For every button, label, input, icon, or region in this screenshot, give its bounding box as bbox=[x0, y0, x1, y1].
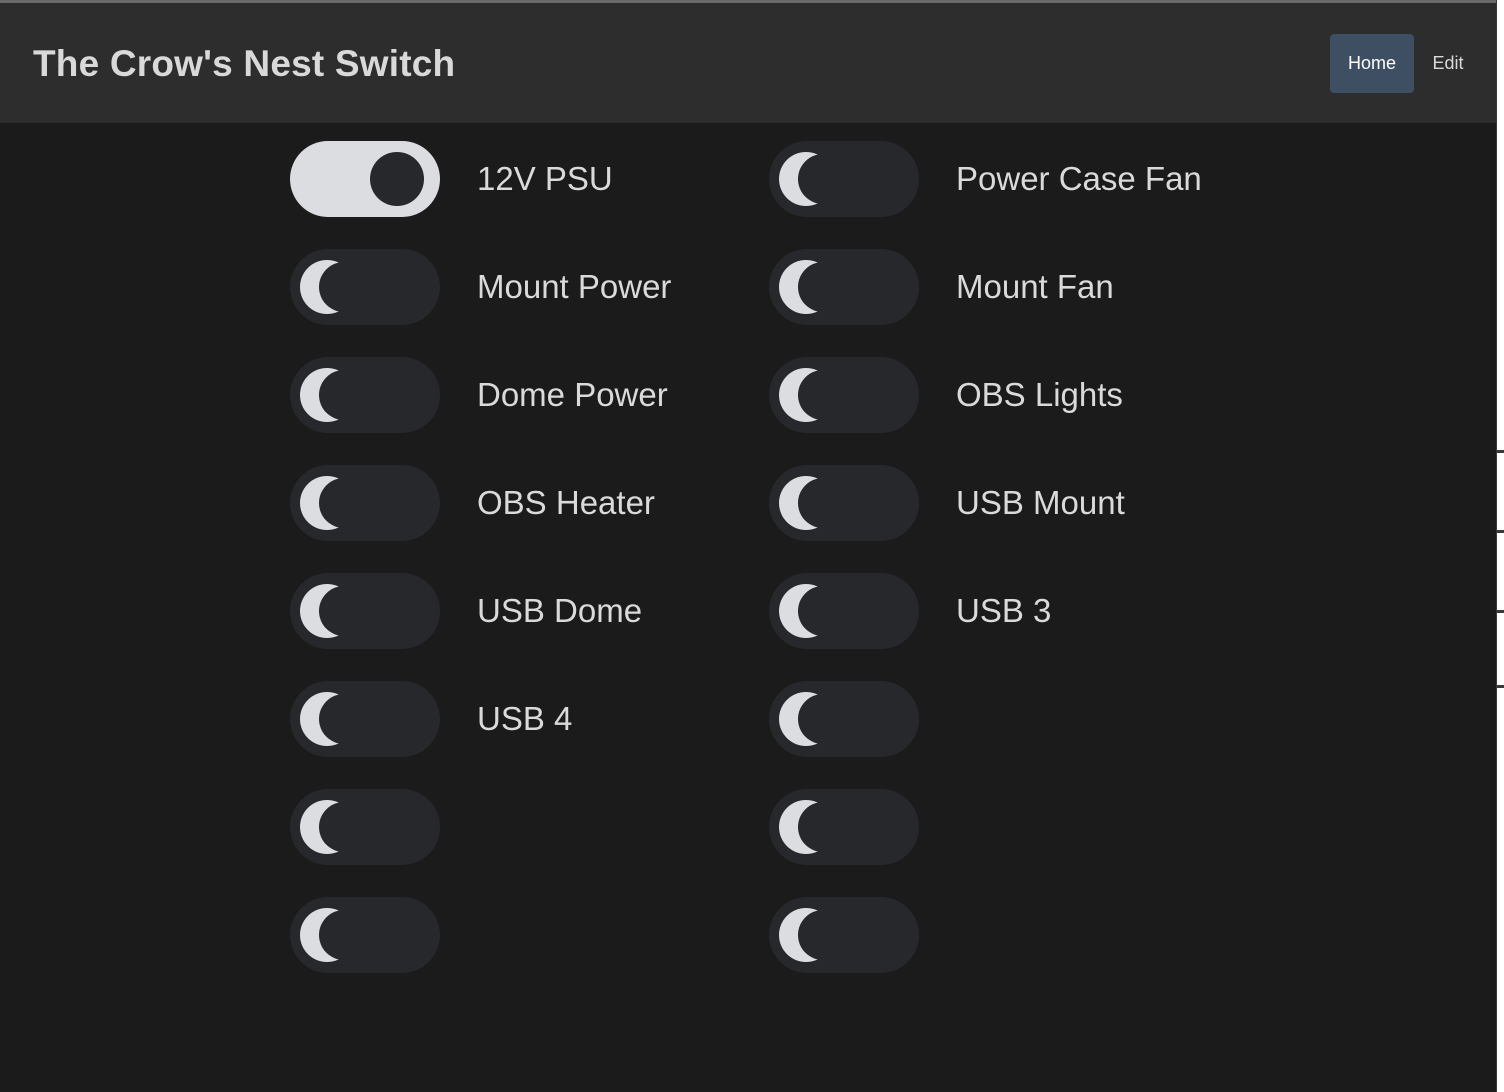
toggle-switch[interactable] bbox=[769, 897, 919, 973]
switch-row-right-4: USB Mount bbox=[769, 465, 1125, 541]
switch-label: OBS Heater bbox=[477, 484, 655, 521]
switch-label: Power Case Fan bbox=[956, 160, 1202, 197]
window-edge-marks bbox=[1497, 140, 1504, 740]
toggle-switch[interactable] bbox=[290, 573, 440, 649]
moon-icon bbox=[300, 908, 369, 962]
switch-row-right-3: OBS Lights bbox=[769, 357, 1123, 433]
moon-icon bbox=[300, 584, 369, 638]
toggle-switch[interactable] bbox=[290, 465, 440, 541]
switch-label: Mount Power bbox=[477, 268, 672, 305]
toggle-switch[interactable] bbox=[769, 789, 919, 865]
nav-home-button[interactable]: Home bbox=[1330, 34, 1414, 93]
moon-icon bbox=[779, 584, 848, 638]
switch-label: USB Mount bbox=[956, 484, 1125, 521]
toggle-switch[interactable] bbox=[290, 249, 440, 325]
moon-icon bbox=[300, 692, 369, 746]
moon-icon bbox=[779, 368, 848, 422]
toggle-switch[interactable] bbox=[290, 789, 440, 865]
switch-label: USB 3 bbox=[956, 592, 1052, 629]
moon-icon bbox=[779, 692, 848, 746]
switch-row-left-4: OBS Heater bbox=[290, 465, 655, 541]
toggle-switch[interactable] bbox=[290, 681, 440, 757]
moon-icon bbox=[779, 152, 848, 206]
moon-icon bbox=[779, 260, 848, 314]
switch-row-left-8 bbox=[290, 897, 477, 973]
switch-label: Dome Power bbox=[477, 376, 668, 413]
switch-row-left-2: Mount Power bbox=[290, 249, 671, 325]
moon-icon bbox=[300, 476, 369, 530]
switch-row-right-1: Power Case Fan bbox=[769, 141, 1202, 217]
switch-row-right-6 bbox=[769, 681, 956, 757]
switch-label: OBS Lights bbox=[956, 376, 1123, 413]
switch-row-left-7 bbox=[290, 789, 477, 865]
switch-row-left-6: USB 4 bbox=[290, 681, 572, 757]
nav-edit-button[interactable]: Edit bbox=[1418, 34, 1478, 93]
toggle-switch[interactable] bbox=[769, 573, 919, 649]
toggle-knob bbox=[370, 152, 424, 206]
toggle-switch[interactable] bbox=[769, 249, 919, 325]
toggle-switch[interactable] bbox=[769, 357, 919, 433]
switch-label: USB 4 bbox=[477, 700, 573, 737]
moon-icon bbox=[300, 368, 369, 422]
switch-row-right-8 bbox=[769, 897, 956, 973]
moon-icon bbox=[779, 476, 848, 530]
moon-icon bbox=[779, 800, 848, 854]
toggle-switch[interactable] bbox=[769, 465, 919, 541]
switch-row-left-3: Dome Power bbox=[290, 357, 668, 433]
toggle-switch[interactable] bbox=[769, 681, 919, 757]
moon-icon bbox=[779, 908, 848, 962]
switch-row-right-7 bbox=[769, 789, 956, 865]
app-header: The Crow's Nest Switch Home Edit bbox=[0, 3, 1496, 123]
moon-icon bbox=[300, 800, 369, 854]
switch-row-right-2: Mount Fan bbox=[769, 249, 1114, 325]
moon-icon bbox=[300, 260, 369, 314]
toggle-switch[interactable] bbox=[290, 897, 440, 973]
switch-row-right-5: USB 3 bbox=[769, 573, 1051, 649]
switch-label: USB Dome bbox=[477, 592, 643, 629]
app-title: The Crow's Nest Switch bbox=[33, 43, 456, 84]
toggle-switch[interactable] bbox=[769, 141, 919, 217]
switch-row-left-5: USB Dome bbox=[290, 573, 642, 649]
toggle-switch[interactable] bbox=[290, 141, 440, 217]
switch-label: Mount Fan bbox=[956, 268, 1114, 305]
switch-row-left-1: 12V PSU bbox=[290, 141, 613, 217]
switch-label: 12V PSU bbox=[477, 160, 613, 197]
toggle-switch[interactable] bbox=[290, 357, 440, 433]
